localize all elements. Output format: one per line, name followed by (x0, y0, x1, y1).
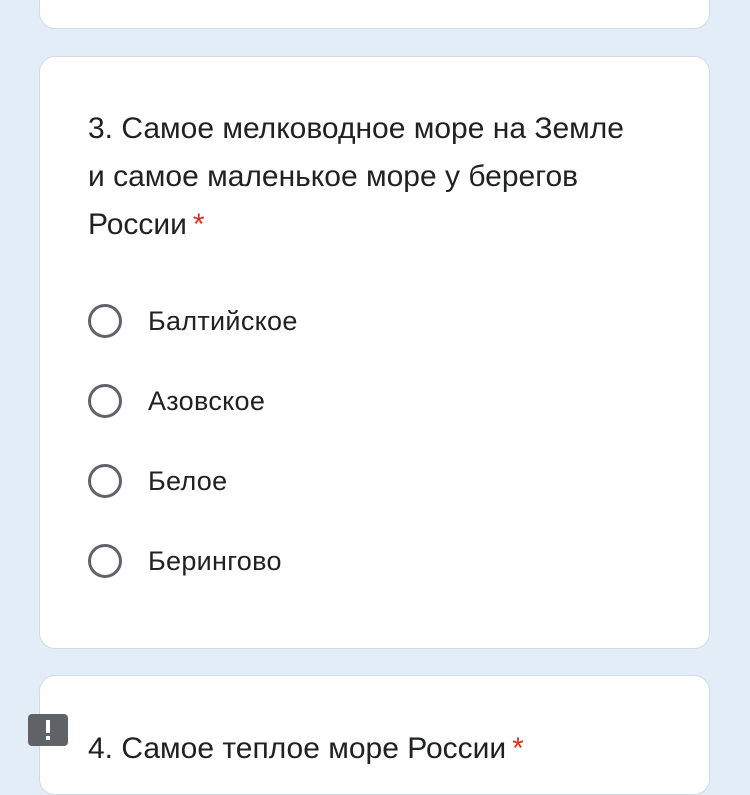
option-label: Белое (148, 465, 228, 496)
option-label: Балтийское (148, 305, 298, 336)
option-baltic[interactable]: Балтийское (88, 300, 298, 342)
option-azov[interactable]: Азовское (88, 380, 265, 422)
option-white[interactable]: Белое (88, 460, 227, 502)
next-question-card: 4. Самое теплое море России * (39, 675, 710, 795)
previous-question-card (39, 0, 710, 29)
radio-button[interactable] (88, 304, 122, 338)
required-marker: * (512, 732, 524, 765)
report-problem-button[interactable] (28, 714, 68, 746)
exclamation-icon (46, 720, 50, 740)
radio-button[interactable] (88, 464, 122, 498)
question-card: 3. Самое мелководное море на Земле и сам… (39, 56, 710, 649)
required-marker: * (192, 208, 205, 241)
question-title-text: 3. Самое мелководное море на Земле и сам… (88, 112, 624, 241)
option-label: Азовское (148, 385, 266, 416)
next-question-title-text: 4. Самое теплое море России (88, 732, 507, 765)
option-label: Берингово (148, 545, 282, 576)
radio-button[interactable] (88, 544, 122, 578)
option-bering[interactable]: Берингово (88, 540, 282, 582)
radio-button[interactable] (88, 384, 122, 418)
question-title: 3. Самое мелководное море на Земле и сам… (88, 105, 648, 249)
next-question-title: 4. Самое теплое море России * (88, 725, 524, 773)
